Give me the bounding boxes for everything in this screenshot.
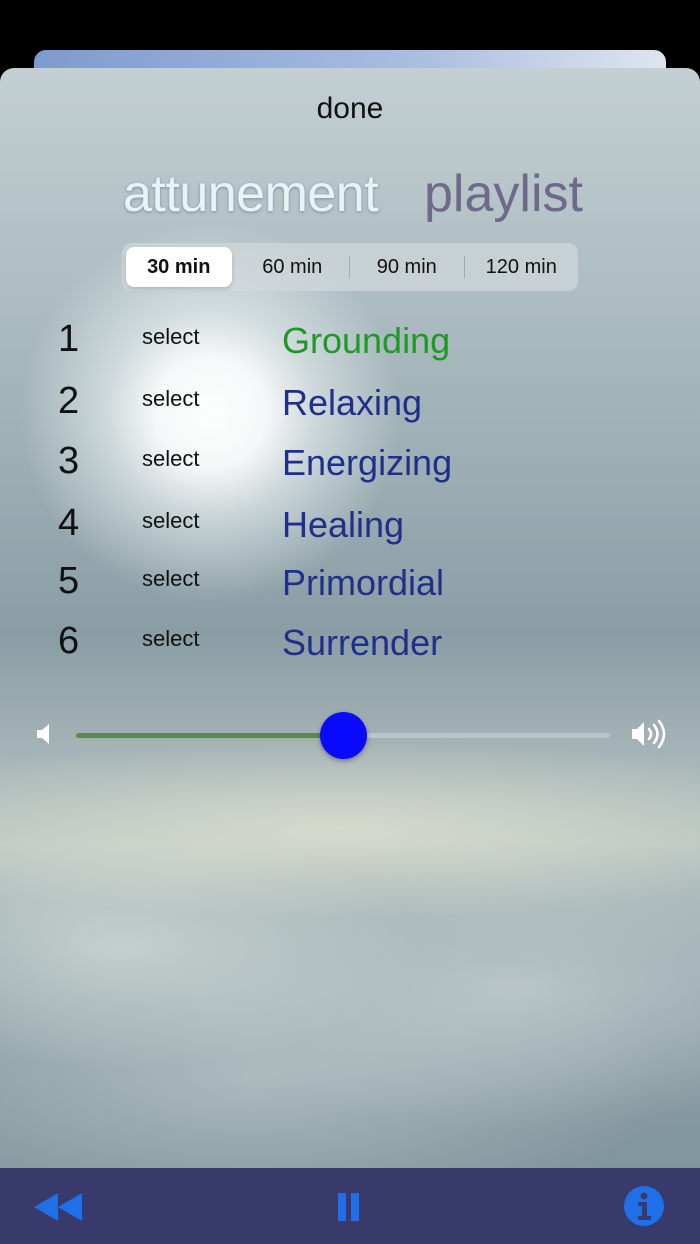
pause-icon[interactable] (336, 1192, 362, 1227)
volume-slider-fill (76, 733, 343, 738)
select-button[interactable]: select (142, 446, 199, 472)
select-button[interactable]: select (142, 508, 199, 534)
track-number: 6 (58, 620, 80, 662)
select-button[interactable]: select (142, 324, 199, 350)
select-button[interactable]: select (142, 566, 199, 592)
volume-slider[interactable] (76, 712, 610, 759)
info-icon[interactable] (623, 1185, 665, 1232)
speaker-high-icon (631, 718, 671, 755)
track-row: 1 select Grounding (0, 318, 700, 368)
track-row: 4 select Healing (0, 502, 700, 552)
track-number: 4 (58, 502, 80, 544)
track-name[interactable]: Relaxing (282, 382, 422, 424)
track-name[interactable]: Grounding (282, 320, 450, 362)
title-playlist: playlist (424, 165, 583, 223)
playlist-sheet: done attunement playlist 30 min 60 min 9… (0, 68, 700, 1244)
segment-divider (349, 256, 350, 278)
track-number: 3 (58, 440, 80, 482)
duration-60-min[interactable]: 60 min (240, 247, 346, 287)
volume-slider-thumb[interactable] (320, 712, 367, 759)
done-button[interactable]: done (0, 92, 700, 126)
track-name[interactable]: Surrender (282, 622, 442, 664)
track-number: 2 (58, 380, 80, 422)
track-number: 1 (58, 318, 80, 360)
title-attunement: attunement (123, 165, 379, 223)
duration-segmented-control: 30 min 60 min 90 min 120 min (122, 243, 578, 291)
volume-control (0, 708, 700, 760)
duration-90-min[interactable]: 90 min (354, 247, 460, 287)
rewind-icon[interactable] (32, 1192, 84, 1227)
track-row: 6 select Surrender (0, 620, 700, 670)
track-row: 3 select Energizing (0, 440, 700, 490)
track-name[interactable]: Healing (282, 504, 404, 546)
track-name[interactable]: Energizing (282, 442, 452, 484)
select-button[interactable]: select (142, 386, 199, 412)
playback-toolbar (0, 1168, 700, 1244)
segment-divider (463, 256, 465, 278)
track-number: 5 (58, 560, 80, 602)
page-title: attunement playlist (0, 164, 700, 228)
duration-120-min[interactable]: 120 min (469, 247, 575, 287)
track-name[interactable]: Primordial (282, 562, 444, 604)
track-row: 2 select Relaxing (0, 380, 700, 430)
speaker-low-icon (36, 721, 54, 752)
track-row: 5 select Primordial (0, 560, 700, 610)
duration-30-min[interactable]: 30 min (126, 247, 232, 287)
select-button[interactable]: select (142, 626, 199, 652)
